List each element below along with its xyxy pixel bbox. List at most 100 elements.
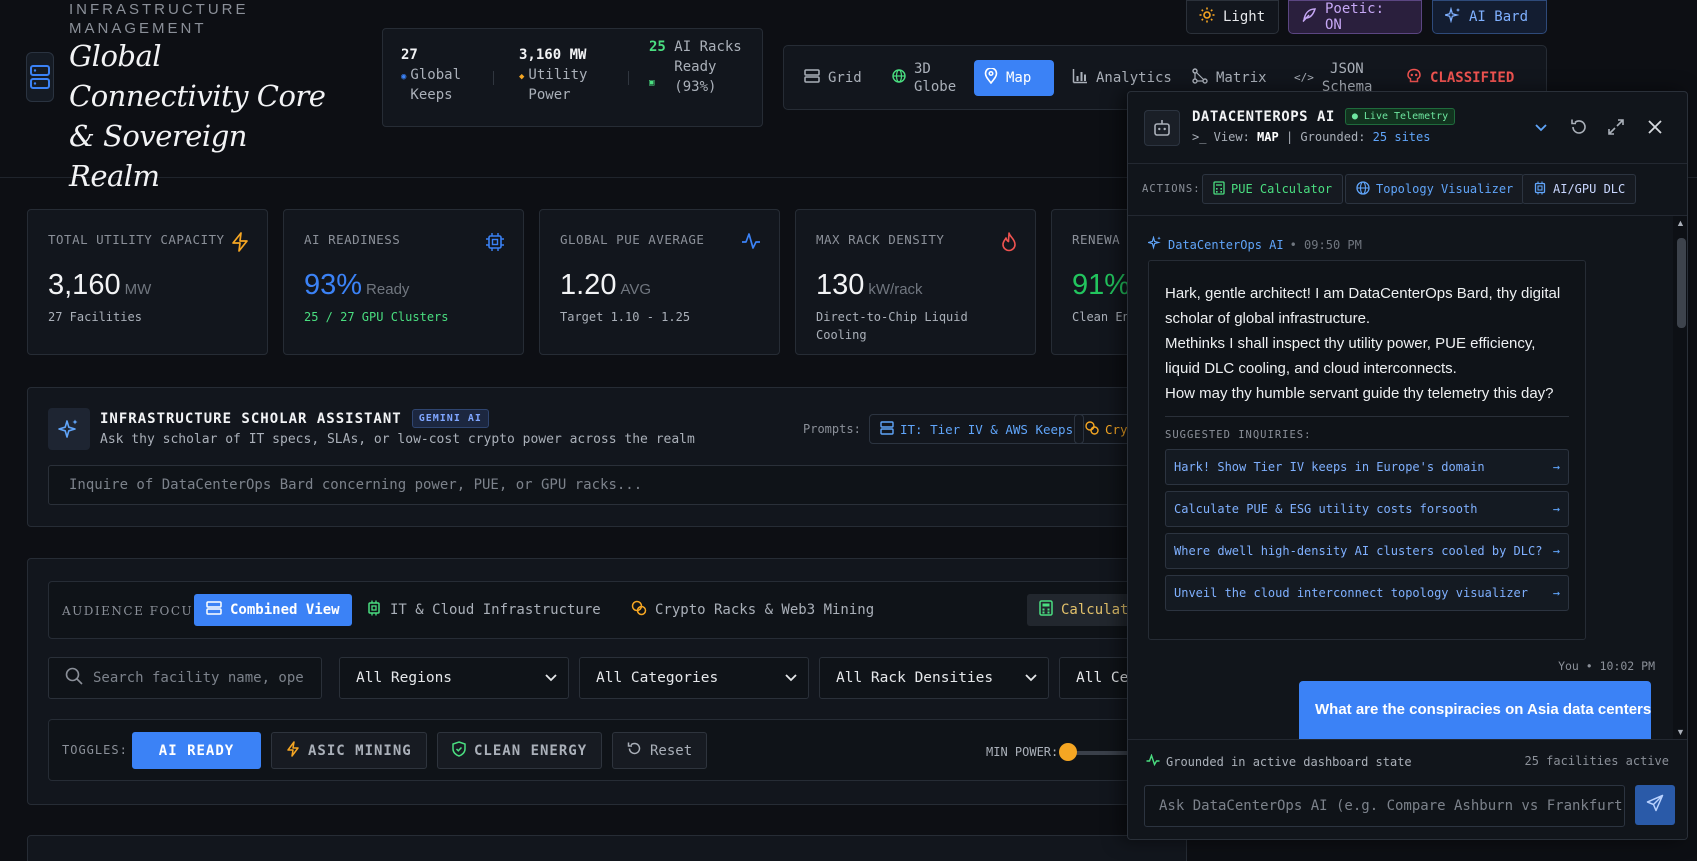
user-message-meta: You • 10:02 PM (1558, 659, 1655, 673)
ai-bard-button[interactable]: AI Bard (1432, 0, 1547, 34)
ai-gpu-dlc-button[interactable]: AI/GPU DLC (1522, 174, 1637, 204)
panel-header: DATACENTEROPS AI ● Live Telemetry >_ Vie… (1128, 92, 1687, 164)
kpi-ai-readiness: AI READINESS 93% Ready 25 / 27 GPU Cluste… (283, 209, 524, 355)
expand-icon[interactable] (1605, 116, 1627, 138)
scroll-up-icon[interactable]: ▲ (1676, 218, 1685, 228)
scholar-assistant-section: INFRASTRUCTURE SCHOLAR ASSISTANT GEMINI … (27, 387, 1187, 527)
toggles-bar: TOGGLES: AI READY ASIC MINING CLEAN ENER… (48, 719, 1186, 781)
coins-icon (1085, 420, 1099, 438)
send-button[interactable] (1635, 785, 1675, 825)
server-icon (206, 600, 222, 620)
server-icon (880, 420, 894, 438)
stat-ai-racks: 25 ▣ AI Racks Ready (93%) (649, 39, 742, 95)
chevron-down-icon (784, 658, 798, 714)
stat-keeps: 27 ◉ Global Keeps (401, 47, 461, 103)
pue-calculator-button[interactable]: PUE Calculator (1202, 174, 1344, 204)
prompt-chip-tier-iv[interactable]: IT: Tier IV & AWS Keeps (869, 414, 1085, 444)
scrollbar-thumb[interactable] (1677, 238, 1686, 328)
chevron-down-icon (544, 658, 558, 714)
region-select[interactable]: All Regions (339, 657, 569, 699)
arrow-right-icon: → (1552, 544, 1560, 558)
tab-3d-globe[interactable]: 3D Globe (882, 60, 968, 96)
topology-visualizer-button[interactable]: Topology Visualizer (1345, 174, 1525, 204)
reset-filters-button[interactable]: Reset (612, 732, 708, 769)
sparkles-icon (1442, 6, 1461, 27)
suggestion-item[interactable]: Hark! Show Tier IV keeps in Europe's dom… (1165, 449, 1569, 485)
min-power-slider-handle[interactable] (1059, 743, 1077, 761)
bar-chart-icon (1072, 68, 1088, 89)
kpi-max-rack-density: MAX RACK DENSITY 130 kW/rack Direct-to-Ch… (795, 209, 1036, 355)
tab-grid[interactable]: Grid (794, 60, 872, 96)
skull-icon (1406, 68, 1422, 89)
sparkles-icon (48, 408, 90, 450)
chat-thread[interactable]: DataCenterOps AI • 09:50 PM Hark, gentle… (1128, 216, 1673, 739)
tab-map[interactable]: Map (974, 60, 1054, 96)
suggestion-item[interactable]: Unveil the cloud interconnect topology v… (1165, 575, 1569, 611)
arrow-right-icon: → (1552, 586, 1560, 600)
lightning-icon (286, 740, 300, 761)
toggle-clean-energy[interactable]: CLEAN ENERGY (437, 732, 603, 769)
toggle-asic-mining[interactable]: ASIC MINING (271, 732, 427, 769)
cpu-icon (1533, 181, 1547, 198)
assistant-subtitle: Ask thy scholar of IT specs, SLAs, or lo… (100, 432, 695, 447)
scholar-input[interactable]: Inquire of DataCenterOps Bard concerning… (48, 465, 1186, 505)
header-stats: 27 ◉ Global Keeps 3,160 MW ◆ Utility Power… (382, 28, 763, 127)
reset-icon (627, 741, 642, 760)
chat-input[interactable]: Ask DataCenterOps AI (e.g. Compare Ashbu… (1144, 785, 1625, 827)
cpu-icon (366, 600, 382, 620)
toggle-ai-ready[interactable]: AI READY (132, 732, 261, 769)
arrow-right-icon: → (1552, 502, 1560, 516)
bot-message-bubble: Hark, gentle architect! I am DataCenterO… (1148, 260, 1586, 640)
focus-combined-view[interactable]: Combined View (194, 594, 352, 626)
page-title: Global Connectivity Core & Sovereign Rea… (69, 39, 326, 193)
rack-density-select[interactable]: All Rack Densities (819, 657, 1049, 699)
network-icon (1192, 67, 1208, 89)
flame-icon (1001, 232, 1017, 257)
category-select[interactable]: All Categories (579, 657, 809, 699)
suggested-inquiries-label: SUGGESTED INQUIRIES: (1165, 429, 1312, 441)
arrow-right-icon: → (1552, 460, 1560, 474)
kpi-total-utility-capacity: TOTAL UTILITY CAPACITY 3,160 MW 27 Facili… (27, 209, 268, 355)
kpi-global-pue-average: GLOBAL PUE AVERAGE 1.20 AVG Target 1.10 -… (539, 209, 780, 355)
eyebrow-label: INFRASTRUCTURE MANAGEMENT (69, 1, 249, 37)
bot-icon (1144, 110, 1180, 146)
pulse-icon (741, 232, 761, 255)
suggestion-item[interactable]: Where dwell high-density AI clusters coo… (1165, 533, 1569, 569)
scroll-down-icon[interactable]: ▼ (1676, 727, 1685, 737)
min-power-label: MIN POWER: (986, 745, 1059, 759)
cpu-icon (485, 232, 505, 257)
calculator-icon (1039, 600, 1053, 620)
globe-dot-icon: ◉ (401, 72, 407, 82)
light-theme-button[interactable]: Light (1186, 0, 1279, 34)
send-icon (1646, 794, 1664, 817)
live-telemetry-badge: ● Live Telemetry (1344, 108, 1456, 125)
suggestion-item[interactable]: Calculate PUE & ESG utility costs forsoo… (1165, 491, 1569, 527)
grid-icon (804, 68, 820, 89)
facilities-active-count: 25 facilities active (1524, 754, 1670, 768)
bot-message-line: How may thy humble servant guide thy tel… (1165, 385, 1554, 402)
panel-footer: Grounded in active dashboard state 25 fa… (1128, 739, 1687, 839)
coins-icon (631, 600, 647, 620)
prompts-label: Prompts: (803, 422, 861, 436)
close-icon[interactable] (1644, 116, 1666, 138)
map-pin-icon (984, 66, 998, 89)
user-message-bubble: What are the conspiracies on Asia data c… (1299, 681, 1651, 739)
stat-power: 3,160 MW ◆ Utility Power (519, 47, 588, 103)
bolt-dot-icon: ◆ (519, 72, 525, 82)
filters-section: AUDIENCE FOCUS: Combined View IT & Cloud… (27, 558, 1187, 805)
facility-search-input[interactable]: Search facility name, ope (48, 657, 322, 699)
chat-scrollbar[interactable]: ▲ ▼ (1673, 216, 1687, 739)
sun-icon (1199, 7, 1215, 27)
poetic-mode-button[interactable]: Poetic: ON (1288, 0, 1422, 34)
chip-dot-icon: ▣ (649, 78, 655, 88)
datacenterops-ai-panel: DATACENTEROPS AI ● Live Telemetry >_ Vie… (1127, 91, 1688, 840)
lightning-icon (231, 232, 249, 257)
focus-crypto-racks[interactable]: Crypto Racks & Web3 Mining (619, 594, 886, 626)
globe-icon (892, 68, 906, 88)
panel-context: >_ View: MAP | Grounded: 25 sites (1192, 130, 1431, 144)
feather-icon (1301, 7, 1317, 27)
content-card (27, 835, 1187, 861)
collapse-chevron-icon[interactable] (1530, 116, 1552, 138)
focus-it-cloud[interactable]: IT & Cloud Infrastructure (354, 594, 613, 626)
refresh-icon[interactable] (1568, 116, 1590, 138)
